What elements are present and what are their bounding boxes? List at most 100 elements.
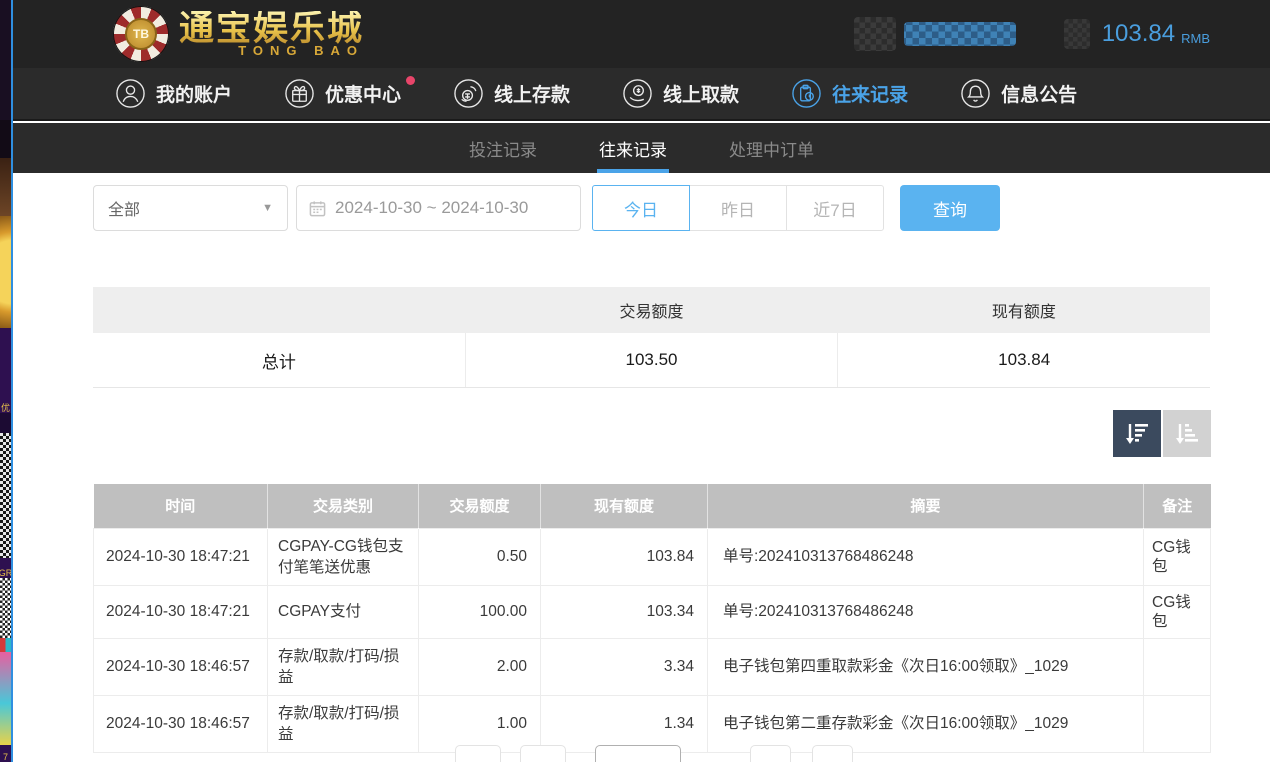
nav-label: 信息公告 xyxy=(1001,80,1077,107)
cell-type: CGPAY-CG钱包支付笔笔送优惠 xyxy=(268,528,419,585)
promo-segment xyxy=(0,0,11,120)
records-clipboard-icon xyxy=(791,78,822,109)
left-promo-banner-strip: 优 GR 7 xyxy=(0,0,11,762)
censored-wallet-icon[interactable] xyxy=(1064,19,1090,49)
cell-note: CG钱包 xyxy=(1144,528,1211,585)
search-button[interactable]: 查询 xyxy=(900,185,1000,231)
table-row: 2024-10-30 18:46:57 存款/取款/打码/损益 1.00 1.3… xyxy=(94,695,1211,752)
cell-summary: 电子钱包第四重取款彩金《次日16:00领取》_1029 xyxy=(708,638,1144,695)
brand-title-cn: 通宝娱乐城 xyxy=(179,11,364,47)
category-selected-value: 全部 xyxy=(108,196,140,220)
summary-header-row: 交易额度 现有额度 xyxy=(93,287,1210,333)
quick-yesterday-button[interactable]: 昨日 xyxy=(689,185,787,231)
deposit-coin-icon xyxy=(453,78,484,109)
top-header: TB 通宝娱乐城 TONG BAO 103.84 RMB xyxy=(13,0,1270,68)
promo-segment xyxy=(0,652,11,745)
nav-item-withdraw[interactable]: 线上取款 xyxy=(622,78,739,109)
summary-total-row: 总计 103.50 103.84 xyxy=(93,333,1210,387)
date-range-value: 2024-10-30 ~ 2024-10-30 xyxy=(335,198,528,218)
gift-icon xyxy=(284,78,315,109)
transactions-table: 时间 交易类别 交易额度 现有额度 摘要 备注 2024-10-30 18:47… xyxy=(93,484,1211,753)
transaction-records-page: 优 GR 7 TB 通宝娱乐城 TONG BAO 103.84 RMB xyxy=(0,0,1270,762)
cell-amount: 100.00 xyxy=(419,585,541,638)
table-row: 2024-10-30 18:47:21 CGPAY-CG钱包支付笔笔送优惠 0.… xyxy=(94,528,1211,585)
table-row: 2024-10-30 18:47:21 CGPAY支付 100.00 103.3… xyxy=(94,585,1211,638)
date-range-input[interactable]: 2024-10-30 ~ 2024-10-30 xyxy=(296,185,581,231)
pagination-button[interactable] xyxy=(812,745,853,762)
col-header-time: 时间 xyxy=(94,484,268,528)
nav-label: 优惠中心 xyxy=(325,80,401,107)
cell-type: 存款/取款/打码/损益 xyxy=(268,695,419,752)
cell-time: 2024-10-30 18:46:57 xyxy=(94,638,268,695)
record-tabs: 投注记录 往来记录 处理中订单 xyxy=(13,123,1270,173)
table-row: 2024-10-30 18:46:57 存款/取款/打码/损益 2.00 3.3… xyxy=(94,638,1211,695)
poker-chip-icon: TB xyxy=(113,6,169,62)
cell-balance: 1.34 xyxy=(541,695,708,752)
cell-time: 2024-10-30 18:47:21 xyxy=(94,528,268,585)
summary-trade-total: 103.50 xyxy=(466,333,839,387)
promo-segment: 优 xyxy=(0,328,11,413)
summary-table: 交易额度 现有额度 总计 103.50 103.84 xyxy=(93,287,1210,388)
cell-note: CG钱包 xyxy=(1144,585,1211,638)
nav-item-deposit[interactable]: 线上存款 xyxy=(453,78,570,109)
col-header-type: 交易类别 xyxy=(268,484,419,528)
sort-ascending-button[interactable] xyxy=(1163,410,1211,457)
pagination-page-select[interactable] xyxy=(595,745,681,762)
censored-avatar[interactable] xyxy=(854,17,896,51)
calendar-icon xyxy=(309,200,326,217)
withdraw-coin-icon xyxy=(622,78,653,109)
cell-time: 2024-10-30 18:47:21 xyxy=(94,585,268,638)
pagination-button[interactable] xyxy=(750,745,791,762)
pagination-button[interactable] xyxy=(520,745,566,762)
promo-segment xyxy=(0,638,11,652)
promo-qr-segment xyxy=(0,433,11,558)
promo-coin-segment xyxy=(0,216,11,328)
cell-balance: 103.84 xyxy=(541,528,708,585)
promo-segment: GR xyxy=(0,558,11,578)
col-header-note: 备注 xyxy=(1144,484,1211,528)
sort-ascending-icon xyxy=(1173,420,1201,448)
cell-note xyxy=(1144,695,1211,752)
quick-today-button[interactable]: 今日 xyxy=(592,185,690,231)
cell-type: 存款/取款/打码/损益 xyxy=(268,638,419,695)
promo-segment xyxy=(0,413,11,433)
summary-header-trade: 交易额度 xyxy=(465,287,837,333)
nav-item-announcements[interactable]: 信息公告 xyxy=(960,78,1077,109)
cell-summary: 单号:202410313768486248 xyxy=(708,585,1144,638)
table-header-row: 时间 交易类别 交易额度 现有额度 摘要 备注 xyxy=(94,484,1211,528)
quick-date-group: 今日 昨日 近7日 xyxy=(592,185,884,231)
brand-title-en: TONG BAO xyxy=(238,43,364,58)
pagination-button[interactable] xyxy=(455,745,501,762)
summary-header-empty xyxy=(93,287,465,333)
tab-transaction-records[interactable]: 往来记录 xyxy=(599,123,667,173)
tab-bet-records[interactable]: 投注记录 xyxy=(469,123,537,173)
promo-qr-segment xyxy=(0,578,11,638)
summary-total-label: 总计 xyxy=(93,333,466,387)
quick-last7days-button[interactable]: 近7日 xyxy=(786,185,884,231)
cell-summary: 电子钱包第二重存款彩金《次日16:00领取》_1029 xyxy=(708,695,1144,752)
currency-label: RMB xyxy=(1181,23,1210,46)
nav-item-promotions[interactable]: 优惠中心 xyxy=(284,78,401,109)
col-header-balance: 现有额度 xyxy=(541,484,708,528)
notification-dot xyxy=(406,76,415,85)
cell-balance: 103.34 xyxy=(541,585,708,638)
account-area: 103.84 RMB xyxy=(854,0,1210,68)
page-left-accent-line xyxy=(11,0,13,762)
nav-label: 线上取款 xyxy=(663,80,739,107)
nav-label: 往来记录 xyxy=(832,80,908,107)
tab-pending-orders[interactable]: 处理中订单 xyxy=(729,123,814,173)
sort-descending-button[interactable] xyxy=(1113,410,1161,457)
cell-note xyxy=(1144,638,1211,695)
promo-segment: 7 xyxy=(0,745,11,762)
main-nav: 我的账户 优惠中心 线上存款 线上取款 往来记录 xyxy=(13,68,1270,121)
nav-item-my-account[interactable]: 我的账户 xyxy=(115,78,232,109)
sort-controls xyxy=(1113,410,1211,457)
nav-item-records[interactable]: 往来记录 xyxy=(791,78,908,109)
chevron-down-icon: ▼ xyxy=(262,202,273,214)
promo-segment xyxy=(0,158,11,216)
category-select[interactable]: 全部 ▼ xyxy=(93,185,288,231)
cell-amount: 2.00 xyxy=(419,638,541,695)
brand-logo[interactable]: TB 通宝娱乐城 TONG BAO xyxy=(113,4,364,64)
nav-label: 线上存款 xyxy=(494,80,570,107)
pagination xyxy=(0,745,1270,762)
